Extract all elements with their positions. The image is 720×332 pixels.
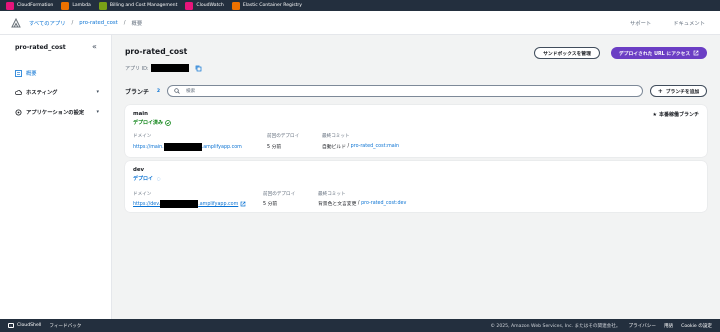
copyright-text: © 2025, Amazon Web Services, Inc. またはその関… [490,323,621,329]
external-link-icon [693,50,699,56]
production-branch-label: 本番稼働ブランチ [658,112,699,118]
copy-icon[interactable] [195,65,202,72]
branch-name[interactable]: main [133,111,148,117]
commit-ref-link[interactable]: pro-rated_cost:dev [361,201,406,206]
domain-prefix: https://main. [133,144,164,150]
branch-name[interactable]: dev [133,167,144,173]
sidebar-title: pro-rated_cost [15,44,66,51]
service-cloudformation[interactable]: CloudFormation [6,1,53,10]
terminal-icon: › [8,323,14,328]
service-ecr[interactable]: Elastic Container Registry [231,1,302,10]
branch-card-dev[interactable]: dev デプロイ ◌ ドメイン https://dev. .amplifyapp… [125,161,707,212]
last-commit-label: 最終コミット [318,192,346,197]
domain-label: ドメイン [133,192,152,197]
external-link-icon [240,201,246,207]
last-deploy-value: 5 分前 [267,145,282,150]
service-lambda[interactable]: Lambda [61,1,91,10]
page-title: pro-rated_cost [125,47,188,56]
breadcrumb: すべてのアプリ / pro-rated_cost / 概要 [29,11,142,35]
cloud-icon [15,89,22,95]
sidebar-item-hosting[interactable]: ホスティング ▾ [15,88,103,96]
cookie-settings-link[interactable]: Cookie の設定 [681,323,712,329]
domain-prefix: https://dev. [133,201,161,207]
commit-message: 背景色と文言変更 [318,202,357,207]
spinner-icon: ◌ [157,176,161,181]
chevron-down-icon: ▾ [96,89,99,95]
sidebar-item-label: ホスティング [26,90,58,96]
breadcrumb-app[interactable]: pro-rated_cost [79,20,117,26]
branches-count-badge: 2 [154,88,164,95]
last-commit: 背景色と文言変更 / pro-rated_cost:dev [318,200,406,207]
breadcrumb-separator: / [123,20,126,26]
visit-deployed-url-label: デプロイされた URL にアクセス [618,51,691,57]
branches-label: ブランチ [125,89,150,96]
redacted-domain [160,200,199,208]
overview-icon [15,69,22,77]
terms-link[interactable]: 用語 [664,323,673,329]
service-cloudwatch[interactable]: CloudWatch [185,1,224,10]
last-commit-label: 最終コミット [322,134,350,139]
cloudshell-button[interactable]: › CloudShell [8,323,41,328]
deploy-status-label: デプロイ済み [133,120,164,126]
domain-label: ドメイン [133,134,152,139]
branch-search-input[interactable]: 検索 [167,85,643,97]
app-header: すべてのアプリ / pro-rated_cost / 概要 サポート ドキュメン… [0,11,720,35]
domain-link[interactable]: https://main. .amplifyapp.com [133,143,242,151]
sidebar-item-label: アプリケーションの設定 [26,110,85,116]
production-branch-tag: ★ 本番稼働ブランチ [652,111,700,119]
breadcrumb-all-apps[interactable]: すべてのアプリ [29,19,66,27]
privacy-link[interactable]: プライバシー [628,323,655,329]
docs-link[interactable]: ドキュメント [673,19,705,27]
commit-message: 自動ビルド [322,145,346,150]
sidebar: pro-rated_cost « 概要 ホスティング ▾ アプリケーションの設定… [0,35,112,319]
cloudformation-icon [6,1,14,10]
add-branch-button[interactable]: + ブランチを追加 [650,85,707,97]
deploy-status: デプロイ済み [133,119,171,126]
cloudshell-label: CloudShell [17,323,42,328]
domain-link[interactable]: https://dev. .amplifyapp.com [133,200,246,208]
redacted-domain [163,143,202,151]
add-branch-label: ブランチを追加 [665,89,700,95]
feedback-link[interactable]: フィードバック [49,323,81,329]
last-commit: 自動ビルド / pro-rated_cost:main [322,143,399,150]
deploy-status: デプロイ ◌ [133,175,161,182]
ecr-icon [231,1,240,10]
support-link[interactable]: サポート [630,19,651,27]
search-placeholder: 検索 [186,89,196,94]
domain-suffix: .amplifyapp.com [198,201,239,207]
plus-icon: + [657,87,663,95]
breadcrumb-separator: / [71,20,74,26]
console-footer: › CloudShell フィードバック © 2025, Amazon Web … [0,319,720,332]
visit-deployed-url-button[interactable]: デプロイされた URL にアクセス [611,47,707,59]
gear-icon [15,109,22,115]
billing-icon [98,1,107,10]
star-icon: ★ [652,111,657,118]
breadcrumb-current: 概要 [131,21,143,27]
service-billing[interactable]: Billing and Cost Management [98,1,177,10]
sidebar-item-overview[interactable]: 概要 [15,69,103,77]
deploy-status-label: デプロイ [133,176,154,182]
branch-card-main[interactable]: main デプロイ済み ★ 本番稼働ブランチ ドメイン https://main… [125,105,707,157]
last-deploy-label: 前回のデプロイ [267,134,300,139]
branches-heading: ブランチ 2 [125,87,164,96]
service-bar: CloudFormation Lambda Billing and Cost M… [0,0,720,11]
last-deploy-value: 5 分前 [263,202,278,207]
commit-ref-link[interactable]: pro-rated_cost:main [351,144,399,149]
double-chevron-left-icon[interactable]: « [92,42,97,51]
amplify-logo-icon[interactable] [11,18,21,28]
check-circle-icon [165,119,171,126]
domain-suffix: .amplifyapp.com [201,144,242,150]
app-id-label: アプリ ID: [125,65,149,72]
manage-sandbox-button[interactable]: サンドボックスを管理 [534,47,600,59]
lambda-icon [61,1,70,10]
app-id: アプリ ID: [125,64,202,72]
sidebar-item-label: 概要 [26,71,37,77]
chevron-down-icon: ▾ [96,109,99,115]
cloudwatch-icon [185,1,194,10]
last-deploy-label: 前回のデプロイ [263,192,296,197]
redacted-app-id [150,64,189,72]
search-icon [174,88,180,94]
sidebar-item-app-settings[interactable]: アプリケーションの設定 ▾ [15,108,103,116]
main-content: pro-rated_cost アプリ ID: サンドボックスを管理 デプロイされ… [112,35,720,319]
